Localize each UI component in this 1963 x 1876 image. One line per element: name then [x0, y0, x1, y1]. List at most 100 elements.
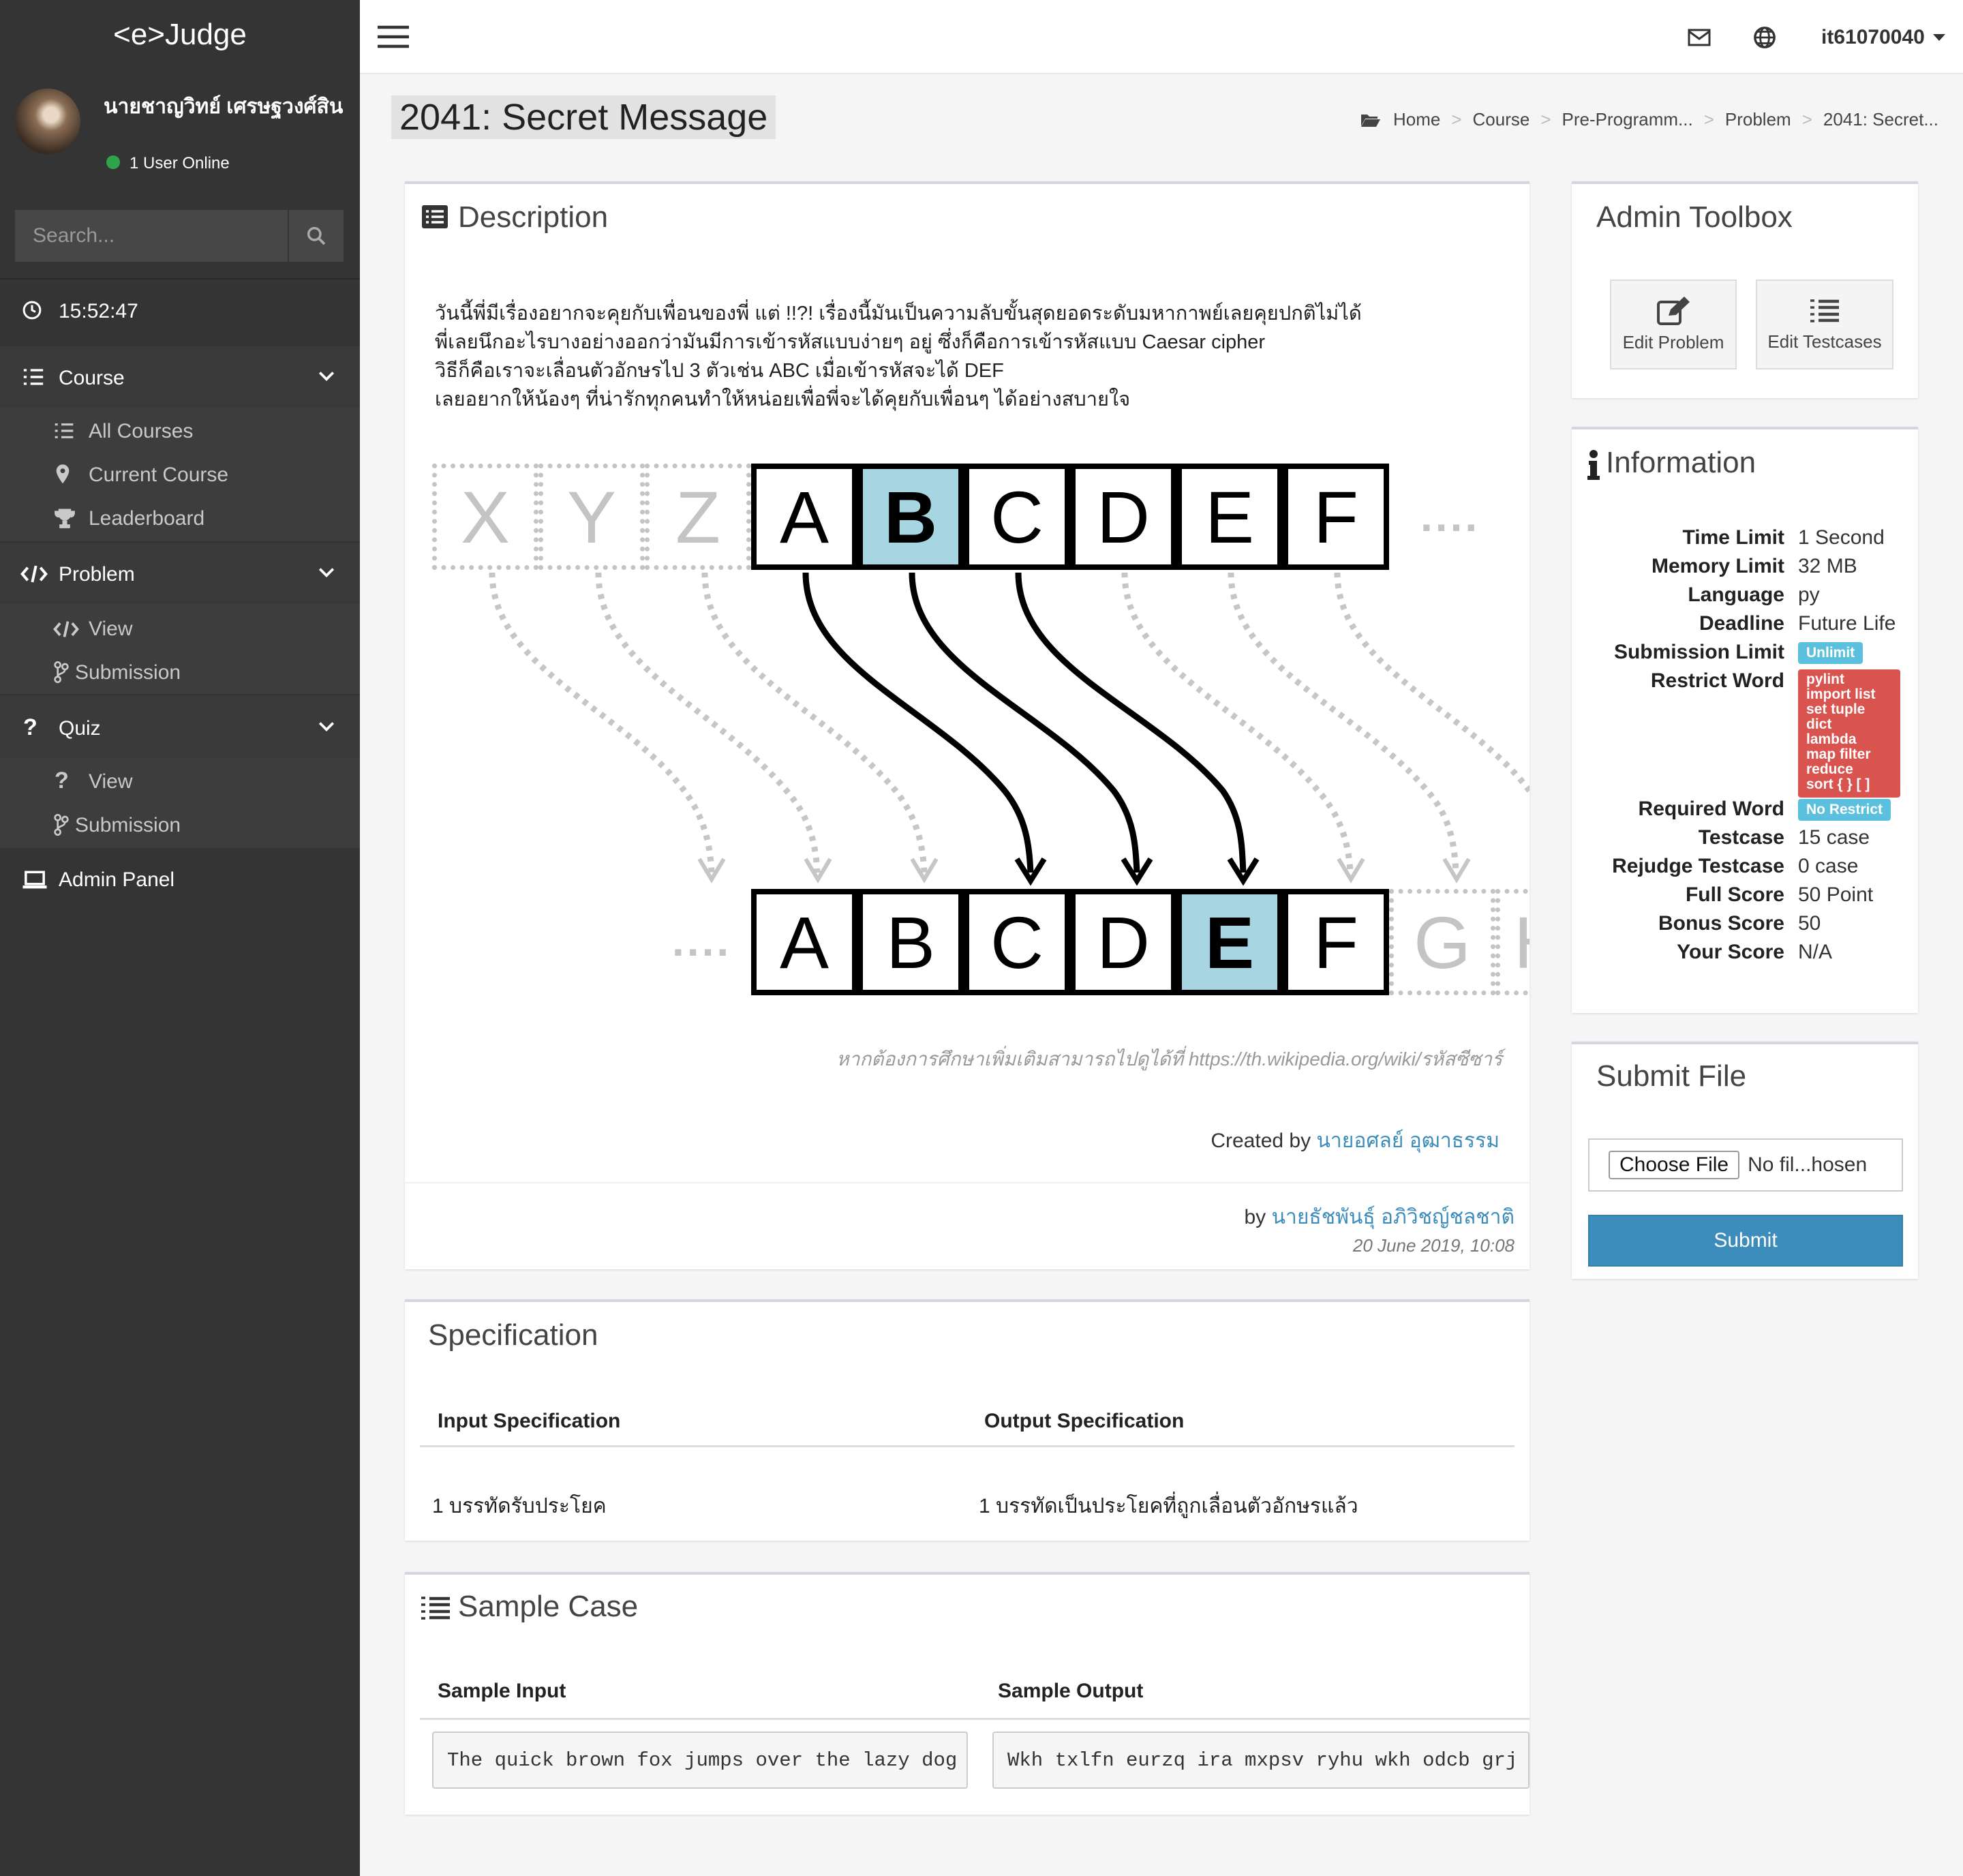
- letter-cell: F: [1283, 889, 1389, 995]
- nav-problem-submission[interactable]: Submission: [75, 661, 181, 684]
- online-status: 1 User Online: [130, 154, 230, 172]
- submission-limit-label: Submission Limit: [1613, 641, 1784, 663]
- clock: 15:52:47: [59, 300, 138, 322]
- choose-file-button[interactable]: Choose File: [1609, 1151, 1740, 1179]
- code-branch-icon: [54, 814, 69, 836]
- list-alt-icon: [422, 205, 448, 228]
- top-navbar: it61070040: [360, 0, 1963, 74]
- submission-limit-badge: Unlimit: [1798, 642, 1863, 664]
- letter-cell: C: [964, 464, 1070, 570]
- specification-box: Specification Input Specification Output…: [405, 1299, 1530, 1541]
- user-menu[interactable]: it61070040: [1821, 26, 1945, 49]
- breadcrumb-separator: >: [1540, 109, 1551, 130]
- description-line: เลยอยากให้น้องๆ ที่น่ารักทุกคนทำให้หน่อย…: [435, 389, 1131, 410]
- search-icon: [307, 226, 326, 245]
- caret-down-icon: [1932, 34, 1945, 41]
- updated-by-name[interactable]: นายธัชพันธุ์ อภิวิชญ์ชลชาติ: [1271, 1206, 1515, 1228]
- letter-cell: C: [964, 889, 1070, 995]
- nav-admin-panel[interactable]: Admin Panel: [59, 868, 174, 892]
- ellipsis-dots: ....: [1420, 491, 1480, 541]
- rejudge-testcase-value: 0 case: [1798, 855, 1859, 877]
- letter-cell: A: [751, 889, 857, 995]
- description-box: Description วันนี้พี่มีเรื่องอยากจะคุยกั…: [405, 181, 1530, 1269]
- breadcrumb-pre-programming[interactable]: Pre-Programm...: [1562, 109, 1693, 130]
- nav-quiz-view[interactable]: View: [89, 770, 132, 793]
- restrict-word: set tuple: [1806, 701, 1866, 717]
- hamburger-menu-icon[interactable]: [376, 25, 410, 49]
- admin-toolbox-box: Admin Toolbox Edit Problem Edit Testcase…: [1572, 181, 1918, 398]
- your-score-label: Your Score: [1677, 941, 1784, 963]
- nav-course-label: Course: [59, 367, 125, 389]
- chevron-down-icon: [318, 722, 335, 731]
- your-score-value: N/A: [1798, 941, 1833, 963]
- restrict-word: sort { } [ ]: [1806, 776, 1870, 792]
- search-button[interactable]: [289, 210, 344, 262]
- bonus-score-label: Bonus Score: [1658, 912, 1784, 935]
- breadcrumb-separator: >: [1451, 109, 1462, 130]
- brand-logo[interactable]: <e>Judge: [0, 18, 360, 52]
- letter-cell-ghost: Z: [645, 464, 751, 570]
- envelope-icon[interactable]: [1688, 29, 1711, 46]
- ellipsis-dots: ....: [672, 916, 732, 965]
- file-input[interactable]: Choose File No fil...hosen: [1588, 1138, 1903, 1192]
- restrict-word: import list: [1806, 686, 1876, 702]
- letter-cell-ghost: X: [432, 464, 538, 570]
- nav-all-courses[interactable]: All Courses: [89, 420, 193, 443]
- input-spec-header: Input Specification: [438, 1410, 621, 1432]
- created-by-name[interactable]: นายอศลย์ อุฒาธรรม: [1316, 1130, 1500, 1152]
- letter-cell-highlight: B: [857, 464, 964, 570]
- created-by: Created by นายอศลย์ อุฒาธรรม: [1211, 1125, 1500, 1157]
- trophy-icon: [55, 509, 75, 528]
- breadcrumb-home[interactable]: Home: [1393, 109, 1440, 130]
- nav-problem-view[interactable]: View: [89, 618, 132, 641]
- letter-cell-ghost: G: [1389, 889, 1495, 995]
- sample-output-box[interactable]: Wkh txlfn eurzq ira mxpsv ryhu wkh odcb …: [992, 1731, 1530, 1789]
- sample-case-title: Sample Case: [458, 1590, 639, 1623]
- updated-by-label: by: [1244, 1206, 1266, 1228]
- sample-output-header: Sample Output: [998, 1680, 1144, 1702]
- list-ol-icon: [421, 1597, 450, 1620]
- nav-problem-label: Problem: [59, 563, 135, 586]
- breadcrumb-current: 2041: Secret...: [1823, 109, 1938, 130]
- nav-leaderboard[interactable]: Leaderboard: [89, 507, 204, 530]
- output-spec-header: Output Specification: [984, 1410, 1185, 1432]
- breadcrumb-separator: >: [1703, 109, 1714, 130]
- sample-input-text: The quick brown fox jumps over the lazy …: [447, 1749, 958, 1772]
- nav-quiz-submission[interactable]: Submission: [75, 814, 181, 837]
- submit-button[interactable]: Submit: [1588, 1215, 1903, 1267]
- breadcrumb-problem[interactable]: Problem: [1725, 109, 1791, 130]
- restrict-word: dict: [1806, 716, 1832, 732]
- nav-problem[interactable]: [0, 543, 360, 604]
- language-label: Language: [1688, 584, 1784, 606]
- breadcrumb-course[interactable]: Course: [1473, 109, 1530, 130]
- letter-cell: D: [1070, 889, 1176, 995]
- full-score-label: Full Score: [1685, 883, 1784, 906]
- nav-current-course[interactable]: Current Course: [89, 464, 228, 487]
- spec-table-divider: [420, 1445, 1515, 1447]
- code-branch-icon: [54, 661, 69, 683]
- globe-icon[interactable]: [1753, 26, 1776, 49]
- page-title: 2041: Secret Message: [391, 95, 776, 139]
- restrict-word-badge: pylint import list set tuple dict lambda…: [1798, 669, 1900, 798]
- nav-quiz-label: Quiz: [59, 717, 101, 740]
- chevron-down-icon: [318, 568, 335, 577]
- restrict-word: pylint: [1806, 671, 1844, 687]
- restrict-word: reduce: [1806, 761, 1853, 777]
- description-line: วิธีก็คือเราจะเลื่อนตัวอักษรไป 3 ตัวเช่น…: [435, 360, 1004, 382]
- description-line: วันนี้พี่มีเรื่องอยากจะคุยกับเพื่อนของพี…: [435, 303, 1362, 324]
- edit-testcases-button[interactable]: Edit Testcases: [1756, 279, 1893, 369]
- time-limit-label: Time Limit: [1682, 526, 1784, 549]
- edit-problem-label: Edit Problem: [1622, 331, 1724, 352]
- information-box: Information Time Limit Memory Limit Lang…: [1572, 427, 1918, 1013]
- sample-input-box[interactable]: The quick brown fox jumps over the lazy …: [432, 1731, 968, 1789]
- user-name: นายชาญวิทย์ เศรษฐวงศ์สิน: [104, 95, 344, 118]
- main-content: it61070040 2041: Secret Message Home > C…: [360, 0, 1963, 1876]
- nav-quiz[interactable]: [0, 695, 360, 758]
- sample-input-header: Sample Input: [438, 1680, 566, 1702]
- edit-problem-button[interactable]: Edit Problem: [1610, 279, 1737, 369]
- description-line: พี่เลยนึกอะไรบางอย่างออกว่ามันมีการเข้าร…: [435, 331, 1266, 353]
- description-title: Description: [458, 200, 609, 234]
- nav-course[interactable]: [0, 346, 360, 408]
- memory-limit-value: 32 MB: [1798, 555, 1857, 577]
- search-input[interactable]: Search...: [15, 210, 288, 262]
